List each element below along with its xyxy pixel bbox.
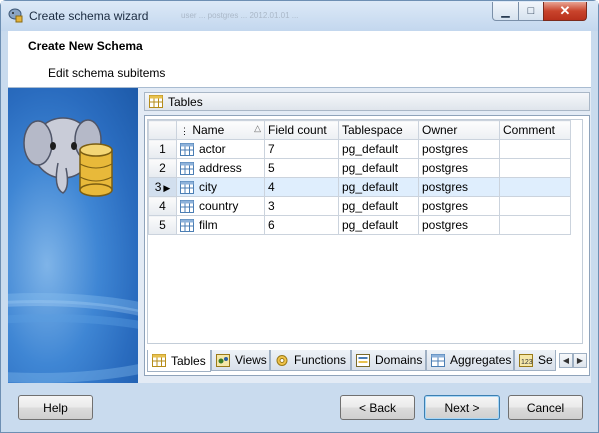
wizard-header: Create New Schema Edit schema subitems: [8, 31, 591, 88]
window-title: Create schema wizard: [29, 9, 149, 23]
cell-field-count[interactable]: 7: [264, 139, 339, 159]
row-indicator-header[interactable]: [148, 120, 177, 140]
cell-owner[interactable]: postgres: [418, 177, 500, 197]
table-row[interactable]: 5 film 6 pg_default postgres: [148, 215, 571, 235]
cell-owner[interactable]: postgres: [418, 215, 500, 235]
cell-comment[interactable]: [499, 196, 571, 216]
current-row-arrow-icon: ▶: [163, 183, 171, 193]
table-row[interactable]: 4 country 3 pg_default postgres: [148, 196, 571, 216]
column-header-comment[interactable]: Comment: [499, 120, 571, 140]
tables-section-header: Tables: [144, 92, 590, 111]
table-icon: [180, 181, 194, 195]
cell-tablespace[interactable]: pg_default: [338, 196, 419, 216]
cell-field-count[interactable]: 4: [264, 177, 339, 197]
chevron-left-icon: ◀: [562, 356, 570, 365]
sort-asc-icon: △: [254, 123, 261, 133]
tab-sequences[interactable]: 123 Se: [514, 350, 556, 371]
table-icon: [180, 200, 194, 214]
column-header-owner[interactable]: Owner: [418, 120, 500, 140]
table-row-selected[interactable]: 3 ▶ city 4 pg_default postgres: [148, 177, 571, 197]
maximize-button[interactable]: □: [518, 2, 544, 21]
cell-tablespace[interactable]: pg_default: [338, 158, 419, 178]
wizard-window: Create schema wizard user ... postgres .…: [0, 0, 599, 433]
cell-owner[interactable]: postgres: [418, 196, 500, 216]
cell-field-count[interactable]: 5: [264, 158, 339, 178]
minimize-icon: ▁: [501, 5, 510, 18]
cell-owner[interactable]: postgres: [418, 139, 500, 159]
maximize-icon: □: [527, 5, 535, 17]
svg-text:123: 123: [521, 359, 533, 366]
cell-tablespace[interactable]: pg_default: [338, 177, 419, 197]
cell-field-count[interactable]: 6: [264, 215, 339, 235]
row-number[interactable]: 3 ▶: [148, 177, 177, 197]
close-button[interactable]: ✕: [543, 2, 587, 21]
tab-functions[interactable]: Functions: [270, 350, 351, 371]
tables-grid-frame: ⋮ Name △ Field count Tablespace Owner Co…: [144, 115, 590, 376]
table-icon: [180, 162, 194, 176]
cell-tablespace[interactable]: pg_default: [338, 215, 419, 235]
section-title: Tables: [168, 95, 203, 109]
view-icon: [216, 353, 230, 367]
table-icon: [180, 143, 194, 157]
table-icon: [149, 95, 163, 108]
cell-name[interactable]: actor: [176, 139, 265, 159]
column-header-name[interactable]: ⋮ Name △: [176, 120, 265, 140]
tab-views[interactable]: Views: [211, 350, 270, 371]
cell-comment[interactable]: [499, 177, 571, 197]
row-number[interactable]: 1: [148, 139, 177, 159]
cell-name[interactable]: city: [176, 177, 265, 197]
help-button[interactable]: Help: [18, 395, 93, 420]
tab-tables[interactable]: Tables: [147, 350, 211, 372]
tables-grid: ⋮ Name △ Field count Tablespace Owner Co…: [147, 119, 583, 344]
tab-aggregates[interactable]: Aggregates: [426, 350, 514, 371]
column-header-tablespace[interactable]: Tablespace: [338, 120, 419, 140]
tab-scroll-right-button[interactable]: ▶: [573, 353, 587, 368]
cell-field-count[interactable]: 3: [264, 196, 339, 216]
table-icon: [180, 219, 194, 233]
table-row[interactable]: 2 address 5 pg_default postgres: [148, 158, 571, 178]
close-icon: ✕: [559, 3, 571, 18]
cancel-button[interactable]: Cancel: [508, 395, 583, 420]
chevron-right-icon: ▶: [576, 356, 584, 365]
postgres-elephant-logo: [8, 117, 138, 383]
title-ghost-text: user ... postgres ... 2012.01.01 ...: [181, 11, 299, 20]
tab-domains[interactable]: Domains: [351, 350, 426, 371]
row-number[interactable]: 4: [148, 196, 177, 216]
page-title: Create New Schema: [28, 39, 143, 53]
sequence-icon: 123: [519, 353, 533, 367]
cell-name[interactable]: film: [176, 215, 265, 235]
table-icon: [152, 354, 166, 367]
gear-icon: [276, 354, 288, 366]
cell-comment[interactable]: [499, 139, 571, 159]
column-options-icon[interactable]: ⋮: [180, 126, 189, 136]
cell-comment[interactable]: [499, 215, 571, 235]
row-number[interactable]: 2: [148, 158, 177, 178]
wizard-content: Tables ⋮ Name △ Field count Tablespace O…: [8, 88, 591, 383]
cell-owner[interactable]: postgres: [418, 158, 500, 178]
cell-tablespace[interactable]: pg_default: [338, 139, 419, 159]
page-subtitle: Edit schema subitems: [48, 66, 166, 80]
table-row[interactable]: 1 actor 7 pg_default postgres: [148, 139, 571, 159]
column-header-field-count[interactable]: Field count: [264, 120, 339, 140]
cell-name[interactable]: country: [176, 196, 265, 216]
cell-comment[interactable]: [499, 158, 571, 178]
back-button[interactable]: < Back: [340, 395, 415, 420]
tables-table: ⋮ Name △ Field count Tablespace Owner Co…: [148, 120, 571, 235]
object-tabs: Tables Views Functions Domains Aggregate…: [147, 350, 589, 372]
tab-scroll-left-button[interactable]: ◀: [559, 353, 573, 368]
domain-icon: [356, 353, 370, 367]
title-bar[interactable]: Create schema wizard user ... postgres .…: [1, 1, 598, 31]
next-button[interactable]: Next >: [424, 395, 500, 420]
minimize-button[interactable]: ▁: [492, 2, 519, 21]
aggregate-icon: [431, 353, 445, 367]
app-icon: [8, 8, 23, 23]
row-number[interactable]: 5: [148, 215, 177, 235]
cell-name[interactable]: address: [176, 158, 265, 178]
side-banner: [8, 88, 138, 383]
